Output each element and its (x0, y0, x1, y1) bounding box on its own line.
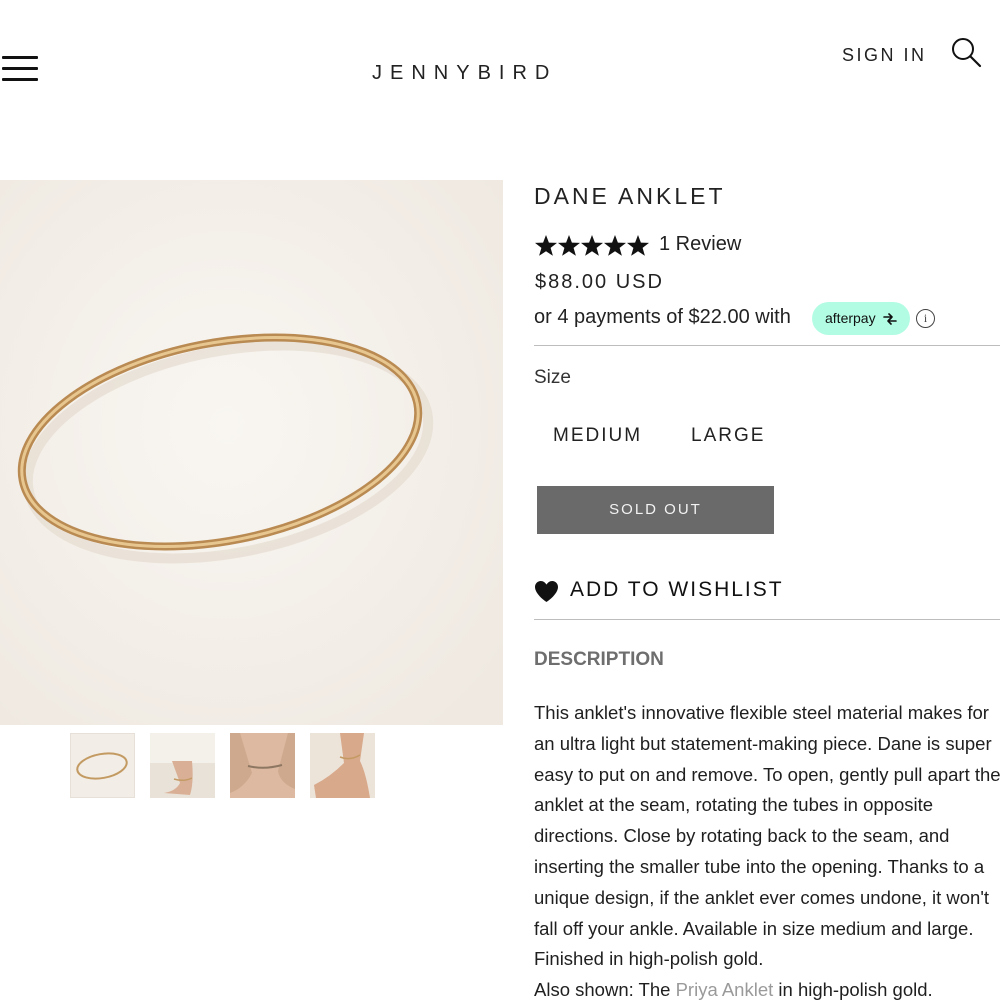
description-line: an ultra light but statement-making piec… (534, 732, 992, 754)
divider (534, 345, 1000, 346)
anklet-on-foot-thumbnail[interactable] (150, 733, 215, 798)
star-icon (581, 235, 603, 256)
star-icon (604, 235, 626, 256)
description-line: inserting the smaller tube into the open… (534, 855, 985, 877)
product-price: $88.00 USD (535, 271, 664, 293)
description-text: This anklet's innovative flexible steel … (534, 698, 1000, 1006)
anklet-on-ankle-thumbnail[interactable] (230, 733, 295, 798)
star-icon (558, 235, 580, 256)
review-count-link[interactable]: 1 Review (659, 233, 741, 256)
description-heading[interactable]: DESCRIPTION (534, 649, 664, 671)
size-option-large[interactable]: LARGE (691, 425, 765, 447)
sign-in-link[interactable]: SIGN IN (842, 45, 927, 66)
installments-text: or 4 payments of $22.00 with (534, 306, 791, 328)
description-line: directions. Close by rotating back to th… (534, 825, 950, 847)
description-line: This anklet's innovative flexible steel … (534, 702, 989, 723)
also-shown-line: Also shown: The Priya Anklet in high-pol… (534, 975, 1000, 1006)
description-line: anklet at the seam, rotating the tubes i… (534, 794, 934, 816)
also-shown-prefix: Also shown: The (534, 979, 676, 1001)
product-title: DANE ANKLET (534, 183, 726, 209)
description-line: fall off your ankle. Available in size m… (534, 917, 974, 939)
menu-bar (2, 56, 38, 59)
anklet-side-view-thumbnail[interactable] (310, 733, 375, 798)
description-line: easy to put on and remove. To open, gent… (534, 763, 1000, 785)
wishlist-label: ADD TO WISHLIST (570, 578, 784, 601)
menu-bar (2, 67, 38, 70)
site-header: JENNYBIRD SIGN IN (0, 0, 1000, 130)
gold-anklet-image (0, 180, 503, 725)
heart-icon (535, 581, 558, 602)
info-icon[interactable]: i (916, 309, 935, 328)
anklet-flat-thumbnail[interactable] (70, 733, 135, 798)
afterpay-badge[interactable]: afterpay (812, 302, 910, 335)
star-icon (535, 235, 557, 256)
brand-logo[interactable]: JENNYBIRD (372, 62, 557, 85)
description-line: Finished in high-polish gold. (534, 948, 764, 970)
search-icon[interactable] (950, 36, 982, 68)
sold-out-button[interactable]: SOLD OUT (537, 486, 774, 534)
star-rating[interactable] (535, 234, 650, 258)
star-icon (627, 235, 649, 256)
afterpay-arrow-icon (883, 313, 897, 325)
hamburger-menu-icon[interactable] (0, 56, 38, 84)
afterpay-logo-text: afterpay (825, 310, 876, 326)
priya-anklet-link[interactable]: Priya Anklet (676, 979, 774, 1000)
size-label: Size (534, 367, 571, 388)
also-shown-suffix: in high-polish gold. (773, 979, 933, 1001)
info-glyph: i (923, 311, 928, 325)
divider (534, 619, 1000, 620)
menu-bar (2, 78, 38, 81)
size-option-medium[interactable]: MEDIUM (553, 425, 642, 447)
product-main-image[interactable] (0, 180, 503, 725)
description-line: unique design, if the anklet ever comes … (534, 886, 990, 908)
